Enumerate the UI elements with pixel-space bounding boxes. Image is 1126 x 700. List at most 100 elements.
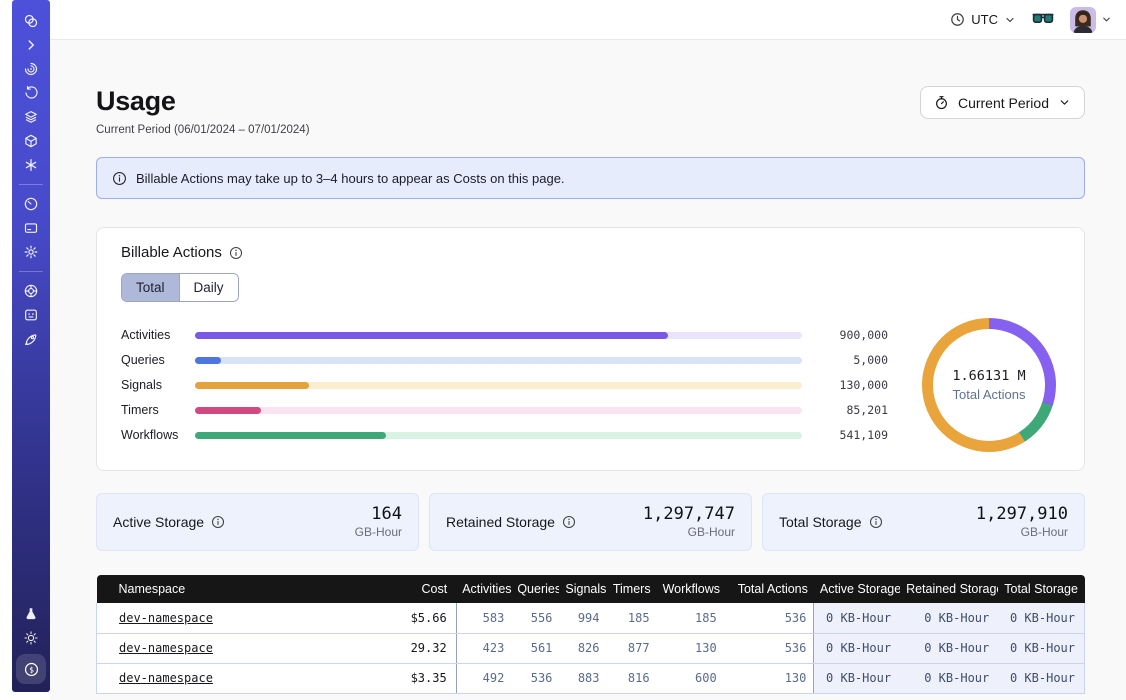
- billable-bar-chart: Activities 900,000 Queries 5,000 Signals: [121, 323, 888, 448]
- sidebar-item-theme[interactable]: [17, 626, 45, 650]
- cell-signals: 826: [559, 633, 606, 663]
- cell-workflows: 185: [657, 603, 724, 633]
- table-row: dev-namespace $3.35 492 536 883 816 600 …: [97, 663, 1085, 693]
- tab-total[interactable]: Total: [122, 274, 179, 301]
- active-storage-value: 164: [355, 505, 402, 524]
- sidebar-item-collapse[interactable]: [17, 33, 45, 57]
- cell-activities: 423: [456, 633, 511, 663]
- bar-track: [195, 432, 802, 439]
- page-title: Usage: [96, 86, 310, 117]
- pricing-coin-icon: $: [23, 661, 40, 678]
- cell-total-actions: 536: [724, 633, 814, 663]
- period-button-label: Current Period: [958, 95, 1049, 111]
- sidebar-divider: [19, 271, 43, 272]
- avatar: [1070, 7, 1096, 33]
- sidebar-item-getting-started[interactable]: [17, 327, 45, 351]
- billable-actions-title: Billable Actions: [121, 244, 222, 261]
- bar-label: Signals: [121, 378, 195, 392]
- cell-activities: 583: [456, 603, 511, 633]
- bar-value: 541,109: [818, 428, 888, 442]
- main-area: UTC Usage Current Period (06/01/2024 – 0…: [50, 0, 1126, 700]
- feedback-terminal-icon: [23, 307, 39, 323]
- cell-retained-storage: 0 KB-Hour: [900, 663, 998, 693]
- info-icon[interactable]: [562, 515, 576, 529]
- sidebar-item-billing[interactable]: [17, 216, 45, 240]
- namespace-link[interactable]: dev-namespace: [119, 671, 213, 685]
- table-row: dev-namespace $5.66 583 556 994 185 185 …: [97, 603, 1085, 633]
- sidebar-item-feedback[interactable]: [17, 303, 45, 327]
- bar-label: Timers: [121, 403, 195, 417]
- total-storage-value: 1,297,910: [976, 505, 1068, 524]
- info-icon[interactable]: [211, 515, 225, 529]
- total-storage-unit: GB-Hour: [976, 525, 1068, 539]
- info-icon[interactable]: [229, 246, 243, 260]
- info-icon[interactable]: [869, 515, 883, 529]
- chevron-down-icon: [1004, 14, 1016, 26]
- cell-retained-storage: 0 KB-Hour: [900, 603, 998, 633]
- sidebar-item-home[interactable]: [17, 9, 45, 33]
- col-signals: Signals: [559, 575, 606, 603]
- tab-daily[interactable]: Daily: [179, 274, 238, 301]
- namespace-link[interactable]: dev-namespace: [119, 611, 213, 625]
- total-storage-card: Total Storage 1,297,910 GB-Hour: [762, 493, 1085, 551]
- bar-row-timers: Timers 85,201: [121, 398, 888, 423]
- bar-fill: [195, 432, 386, 439]
- cell-activities: 492: [456, 663, 511, 693]
- cell-workflows: 600: [657, 663, 724, 693]
- retained-storage-unit: GB-Hour: [643, 525, 735, 539]
- sidebar-item-support[interactable]: [17, 279, 45, 303]
- asterisk-icon: [23, 157, 39, 173]
- user-menu[interactable]: [1070, 7, 1112, 33]
- chevron-down-icon: [1058, 96, 1071, 109]
- cell-signals: 994: [559, 603, 606, 633]
- sidebar-item-nexus[interactable]: [17, 153, 45, 177]
- bar-label: Queries: [121, 353, 195, 367]
- col-queries: Queries: [511, 575, 559, 603]
- active-storage-unit: GB-Hour: [355, 525, 402, 539]
- labs-flask-icon: [23, 606, 39, 622]
- namespace-link[interactable]: dev-namespace: [119, 641, 213, 655]
- col-cost: Cost: [356, 575, 456, 603]
- active-storage-label: Active Storage: [113, 514, 204, 530]
- sidebar-item-pricing[interactable]: $: [16, 654, 46, 684]
- cube-icon: [23, 133, 39, 149]
- sidebar-divider: [19, 184, 43, 185]
- cell-cost: $5.66: [356, 603, 456, 633]
- cell-total-storage: 0 KB-Hour: [998, 633, 1084, 663]
- history-clock-icon: [23, 85, 39, 101]
- table-row: dev-namespace 29.32 423 561 826 877 130 …: [97, 633, 1085, 663]
- sidebar-item-settings[interactable]: [17, 240, 45, 264]
- settings-gear-icon: [23, 244, 39, 260]
- info-icon: [112, 171, 127, 186]
- period-dropdown-button[interactable]: Current Period: [920, 86, 1085, 119]
- bar-fill: [195, 407, 261, 414]
- total-storage-label: Total Storage: [779, 514, 862, 530]
- donut-chart: 1.66131 M Total Actions: [922, 318, 1056, 452]
- info-banner-text: Billable Actions may take up to 3–4 hour…: [136, 171, 565, 186]
- col-total-storage: Total Storage: [998, 575, 1084, 603]
- cell-timers: 185: [607, 603, 657, 633]
- sidebar-item-labs[interactable]: [17, 602, 45, 626]
- bar-fill: [195, 357, 221, 364]
- nerd-glasses-icon[interactable]: [1032, 13, 1054, 27]
- sidebar-item-history[interactable]: [17, 81, 45, 105]
- cell-queries: 536: [511, 663, 559, 693]
- total-actions-label: Total Actions: [953, 387, 1026, 402]
- sidebar-item-namespaces[interactable]: [17, 57, 45, 81]
- cell-active-storage: 0 KB-Hour: [814, 633, 900, 663]
- cell-timers: 816: [607, 663, 657, 693]
- chevron-down-icon: [1101, 14, 1112, 25]
- sidebar-item-usage[interactable]: [17, 192, 45, 216]
- bar-value: 900,000: [818, 328, 888, 342]
- bar-value: 85,201: [818, 403, 888, 417]
- bar-track: [195, 407, 802, 414]
- sidebar-item-cube[interactable]: [17, 129, 45, 153]
- bar-label: Activities: [121, 328, 195, 342]
- bar-fill: [195, 382, 309, 389]
- sidebar-item-layers[interactable]: [17, 105, 45, 129]
- cell-timers: 877: [607, 633, 657, 663]
- total-daily-toggle: Total Daily: [121, 273, 239, 302]
- cell-signals: 883: [559, 663, 606, 693]
- topbar: UTC: [50, 0, 1126, 40]
- timezone-selector[interactable]: UTC: [950, 12, 1016, 27]
